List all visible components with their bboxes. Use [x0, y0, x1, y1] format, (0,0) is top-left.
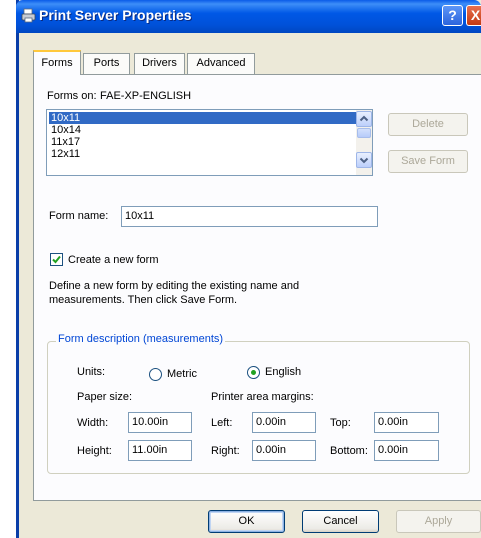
delete-button[interactable]: Delete: [388, 113, 468, 136]
check-icon: [52, 255, 61, 264]
form-name-label: Form name:: [49, 210, 109, 222]
right-margin-label: Right:: [211, 445, 240, 457]
right-margin-input[interactable]: 0.00in: [252, 440, 316, 461]
width-input[interactable]: 10.00in: [128, 412, 192, 433]
close-icon: X: [470, 7, 481, 23]
list-item[interactable]: 11x17: [49, 136, 359, 148]
printer-icon: [21, 8, 36, 23]
forms-on-label: Forms on:: [47, 90, 97, 102]
instructions-text: Define a new form by editing the existin…: [49, 280, 300, 306]
tab-forms[interactable]: Forms: [33, 50, 81, 75]
radio-selected-dot: [251, 370, 256, 375]
server-name: FAE-XP-ENGLISH: [100, 90, 192, 102]
bottom-margin-input[interactable]: 0.00in: [374, 440, 439, 461]
height-input[interactable]: 11.00in: [128, 440, 192, 461]
tab-advanced[interactable]: Advanced: [187, 53, 255, 74]
help-button[interactable]: ?: [442, 5, 463, 26]
save-form-button[interactable]: Save Form: [388, 150, 468, 173]
tab-drivers[interactable]: Drivers: [134, 53, 185, 74]
form-name-input[interactable]: 10x11: [121, 206, 378, 227]
printer-margins-label: Printer area margins:: [211, 391, 314, 403]
height-label: Height:: [77, 445, 112, 457]
english-radio[interactable]: [247, 366, 260, 379]
list-item[interactable]: 10x11: [49, 112, 359, 124]
width-label: Width:: [77, 417, 109, 429]
top-margin-input[interactable]: 0.00in: [374, 412, 439, 433]
scroll-up-button[interactable]: [356, 111, 372, 127]
english-label[interactable]: English: [265, 366, 301, 378]
left-margin-label: Left:: [211, 417, 233, 429]
apply-button[interactable]: Apply: [396, 510, 481, 533]
metric-label[interactable]: Metric: [167, 368, 197, 380]
help-icon: ?: [448, 7, 457, 23]
chevron-up-icon: [359, 115, 369, 122]
tab-ports[interactable]: Ports: [83, 53, 130, 74]
bottom-margin-label: Bottom:: [330, 445, 368, 457]
measurements-group-title: Form description (measurements): [56, 333, 226, 345]
cancel-button[interactable]: Cancel: [302, 510, 379, 533]
list-item[interactable]: 12x11: [49, 148, 359, 160]
units-label: Units:: [77, 366, 106, 378]
chevron-down-icon: [359, 157, 369, 164]
forms-listbox[interactable]: 10x11 10x14 11x17 12x11: [46, 109, 373, 176]
window-title: Print Server Properties: [39, 7, 192, 23]
create-new-form-checkbox[interactable]: [50, 253, 63, 266]
paper-size-label: Paper size:: [77, 391, 133, 403]
top-margin-label: Top:: [330, 417, 351, 429]
list-item[interactable]: 10x14: [49, 124, 359, 136]
close-button[interactable]: X: [466, 5, 481, 26]
create-new-form-label[interactable]: Create a new form: [68, 254, 158, 266]
scroll-thumb[interactable]: [357, 128, 371, 138]
metric-radio[interactable]: [149, 368, 162, 381]
ok-button[interactable]: OK: [208, 510, 285, 533]
left-margin-input[interactable]: 0.00in: [252, 412, 316, 433]
scroll-down-button[interactable]: [356, 152, 372, 168]
